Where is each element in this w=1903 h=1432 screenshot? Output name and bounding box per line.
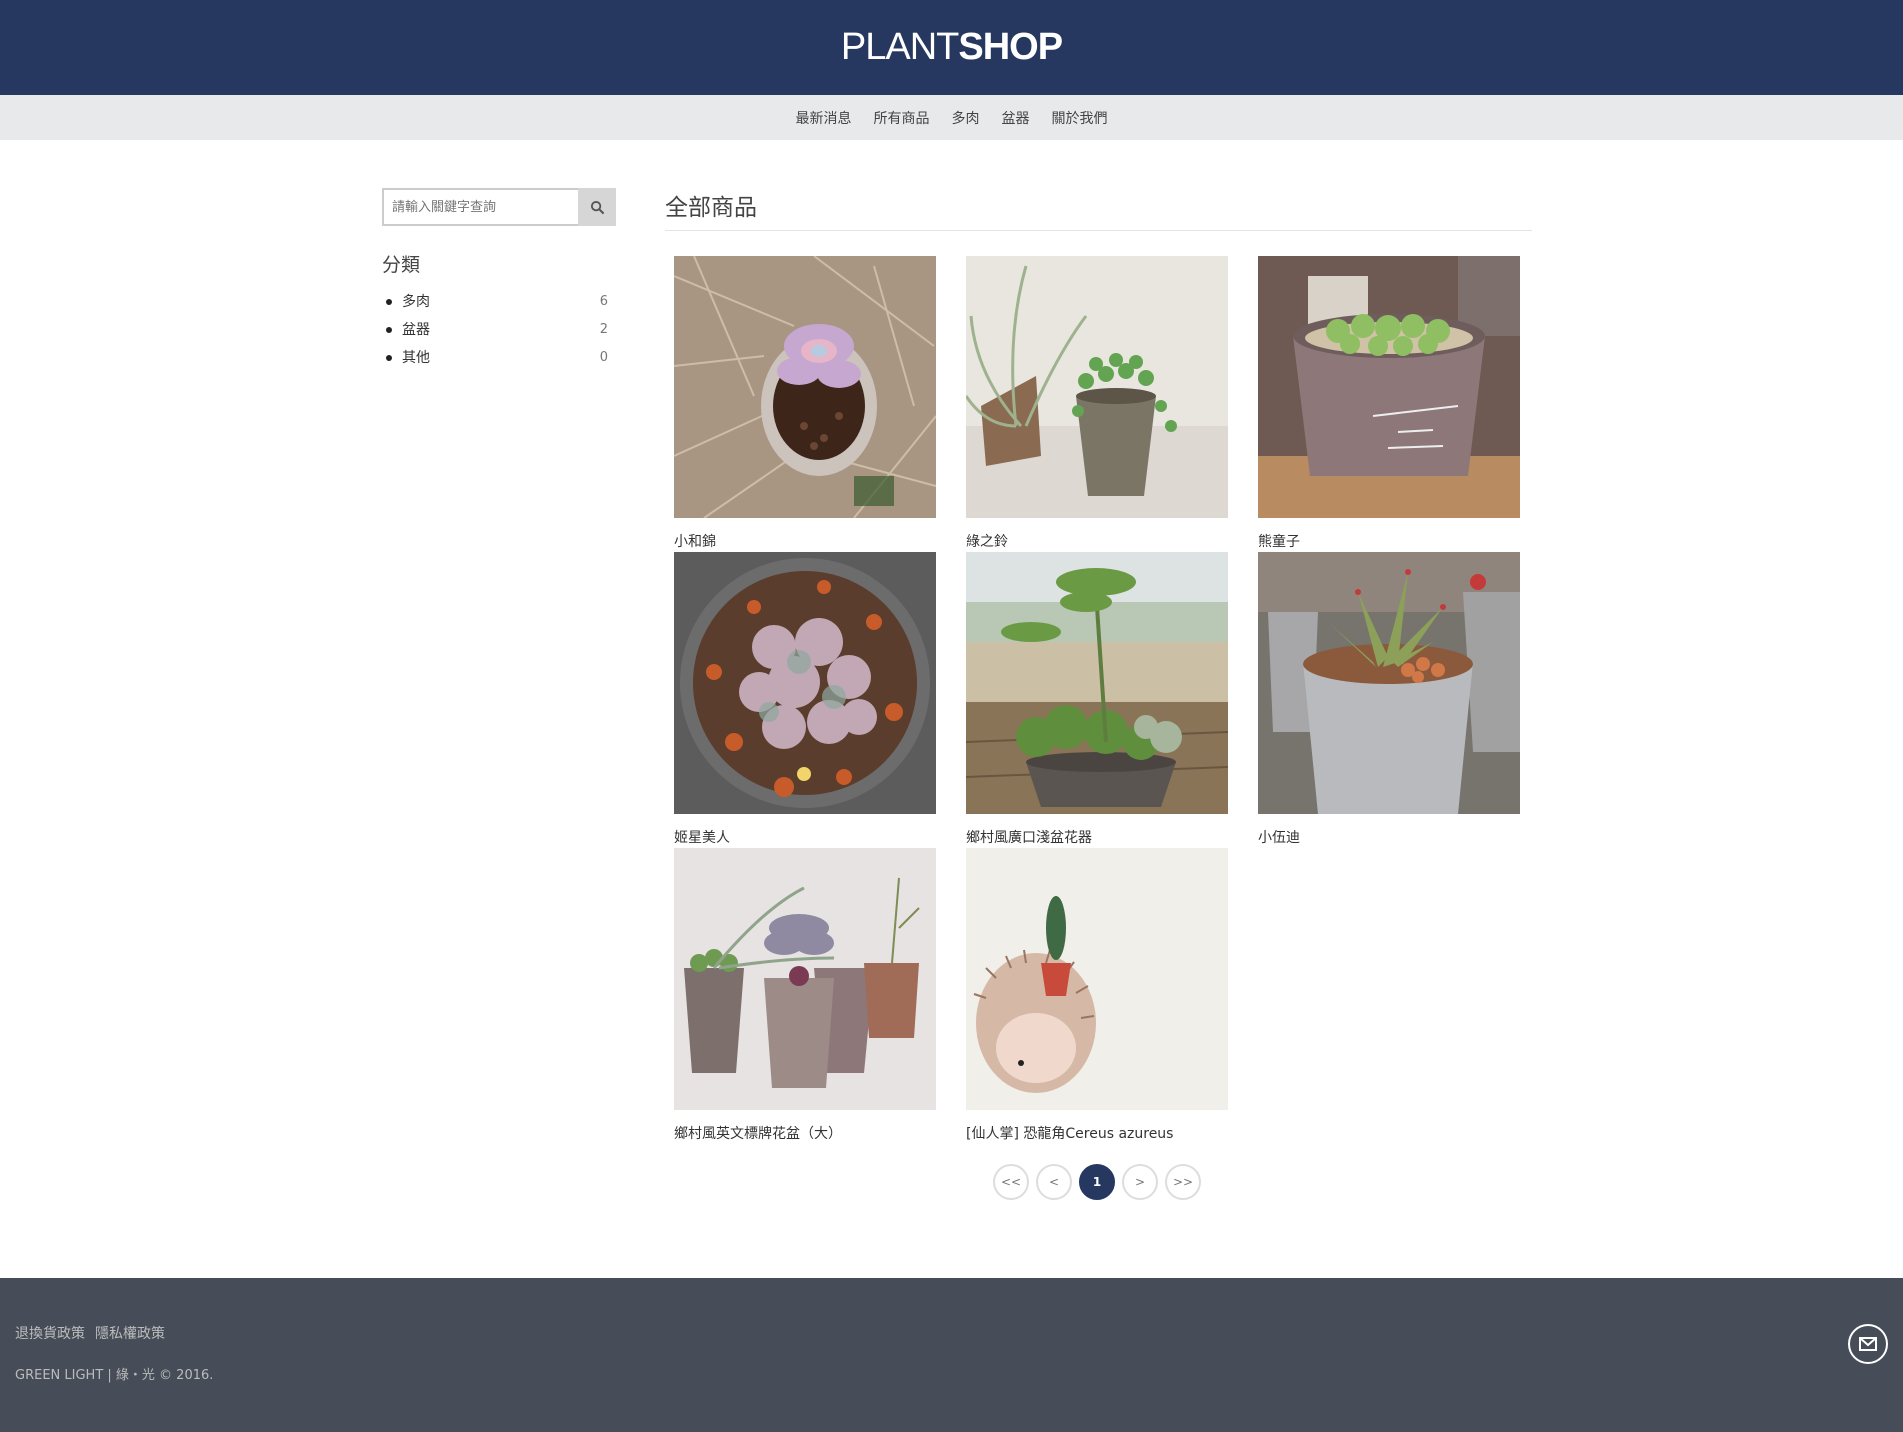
product-card[interactable]: 小伍迪 <box>1258 552 1520 848</box>
search-box <box>382 188 616 226</box>
site-footer: 退換貨政策 隱私權政策 GREEN LIGHT | 綠・光 © 2016. <box>0 1278 1903 1432</box>
product-photo[interactable] <box>674 256 936 518</box>
category-list: 多肉 6 盆器 2 其他 0 <box>382 287 616 371</box>
category-label: 盆器 <box>402 322 430 338</box>
product-photo[interactable] <box>966 552 1228 814</box>
logo-bold-text: SHOP <box>958 26 1063 68</box>
nav-item-about[interactable]: 關於我們 <box>1052 108 1108 128</box>
product-grid: 小和錦 綠之鈴 熊童子 姬星美人 鄉村風廣口淺盆花器 小伍迪 鄉村風英文標牌花盆… <box>674 256 1532 1144</box>
product-photo[interactable] <box>1258 552 1520 814</box>
product-photo[interactable] <box>674 848 936 1110</box>
search-input[interactable] <box>382 188 578 226</box>
page-next-button[interactable]: > <box>1122 1164 1158 1200</box>
product-name[interactable]: 姬星美人 <box>674 827 936 847</box>
product-name[interactable]: 綠之鈴 <box>966 531 1228 551</box>
page-number-button[interactable]: 1 <box>1079 1164 1115 1200</box>
nav-item-succulents[interactable]: 多肉 <box>952 108 980 128</box>
search-button[interactable] <box>578 188 616 226</box>
product-name[interactable]: 小伍迪 <box>1258 827 1520 847</box>
nav-item-all-products[interactable]: 所有商品 <box>874 108 930 128</box>
product-card[interactable]: 鄉村風廣口淺盆花器 <box>966 552 1228 848</box>
product-photo[interactable] <box>674 552 936 814</box>
mail-icon <box>1859 1337 1877 1351</box>
nav-item-news[interactable]: 最新消息 <box>796 108 852 128</box>
nav-item-pots[interactable]: 盆器 <box>1002 108 1030 128</box>
footer-link-privacy-policy[interactable]: 隱私權政策 <box>95 1323 165 1343</box>
main-nav: 最新消息 所有商品 多肉 盆器 關於我們 <box>0 95 1903 140</box>
product-name[interactable]: [仙人掌] 恐龍角Cereus azureus <box>966 1123 1228 1143</box>
product-name[interactable]: 熊童子 <box>1258 531 1520 551</box>
page-prev-button[interactable]: < <box>1036 1164 1072 1200</box>
footer-link-return-policy[interactable]: 退換貨政策 <box>15 1323 85 1343</box>
product-card[interactable]: 綠之鈴 <box>966 256 1228 552</box>
category-item-succulents[interactable]: 多肉 6 <box>382 287 616 315</box>
pagination: << < 1 > >> <box>993 1164 1201 1200</box>
mail-button[interactable] <box>1848 1324 1888 1364</box>
product-section: 全部商品 小和錦 綠之鈴 熊童子 姬星美人 鄉村風廣口淺盆花器 小伍迪 鄉村風英… <box>665 188 1532 1144</box>
sidebar: 分類 多肉 6 盆器 2 其他 0 <box>382 188 616 371</box>
category-count: 0 <box>599 349 608 365</box>
product-photo[interactable] <box>966 848 1228 1110</box>
product-photo[interactable] <box>966 256 1228 518</box>
site-header: PLANTSHOP <box>0 0 1903 95</box>
page-first-button[interactable]: << <box>993 1164 1029 1200</box>
bullet-icon <box>386 355 392 361</box>
product-card[interactable]: [仙人掌] 恐龍角Cereus azureus <box>966 848 1228 1144</box>
category-title: 分類 <box>382 254 421 276</box>
product-card[interactable]: 姬星美人 <box>674 552 936 848</box>
product-photo[interactable] <box>1258 256 1520 518</box>
footer-copyright: GREEN LIGHT | 綠・光 © 2016. <box>15 1368 214 1383</box>
category-label: 多肉 <box>402 294 430 310</box>
bullet-icon <box>386 327 392 333</box>
logo-light-text: PLANT <box>840 26 959 68</box>
page-last-button[interactable]: >> <box>1165 1164 1201 1200</box>
search-icon <box>590 200 604 214</box>
product-card[interactable]: 鄉村風英文標牌花盆（大） <box>674 848 936 1144</box>
product-name[interactable]: 鄉村風英文標牌花盆（大） <box>674 1123 936 1143</box>
product-card[interactable]: 熊童子 <box>1258 256 1520 552</box>
category-item-other[interactable]: 其他 0 <box>382 343 616 371</box>
footer-links: 退換貨政策 隱私權政策 <box>15 1323 165 1343</box>
site-logo[interactable]: PLANTSHOP <box>840 26 1063 69</box>
product-card[interactable]: 小和錦 <box>674 256 936 552</box>
page-title: 全部商品 <box>665 188 1532 231</box>
category-label: 其他 <box>402 350 430 366</box>
product-name[interactable]: 鄉村風廣口淺盆花器 <box>966 827 1228 847</box>
category-count: 6 <box>599 293 608 309</box>
product-name[interactable]: 小和錦 <box>674 531 936 551</box>
bullet-icon <box>386 299 392 305</box>
category-item-pots[interactable]: 盆器 2 <box>382 315 616 343</box>
category-count: 2 <box>599 321 608 337</box>
